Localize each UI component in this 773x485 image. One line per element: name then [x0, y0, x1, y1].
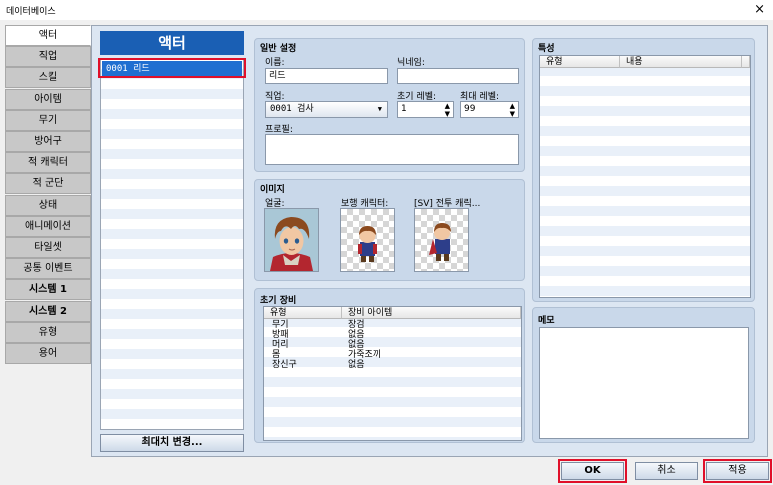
sv-battler-image[interactable] — [414, 208, 469, 272]
equipment-row[interactable]: 방패 없음 — [264, 330, 521, 340]
class-select[interactable]: 0001 검사 ▼ — [265, 101, 388, 118]
equipment-type-cell: 장신구 — [272, 360, 297, 370]
general-settings-panel: 일반 설정 이름: 리드 닉네임: 직업: 0001 검사 ▼ 초기 레벨: 1… — [254, 38, 525, 172]
highlight-apply-button — [703, 459, 772, 483]
tab-13[interactable]: 시스템 2 — [5, 300, 91, 322]
tab-5[interactable]: 방어구 — [5, 131, 91, 152]
highlight-ok-button — [558, 459, 627, 483]
memo-title: 메모 — [538, 316, 555, 326]
sv-battler-sprite-icon — [429, 223, 451, 261]
walk-sprite-icon — [358, 226, 377, 262]
face-portrait-icon — [265, 209, 318, 271]
class-select-value: 0001 검사 — [270, 104, 314, 114]
tab-3[interactable]: 아이템 — [5, 88, 91, 110]
tab-8[interactable]: 상태 — [5, 194, 91, 216]
general-settings-title: 일반 설정 — [260, 44, 297, 54]
nickname-input[interactable] — [397, 68, 519, 84]
tab-14[interactable]: 유형 — [5, 321, 91, 343]
actor-list-header: 액터 — [100, 31, 244, 55]
tab-6[interactable]: 적 캐릭터 — [5, 152, 91, 174]
equipment-item-cell: 없음 — [348, 340, 365, 350]
chevron-down-icon: ▼ — [377, 105, 382, 113]
tab-1[interactable]: 직업 — [5, 46, 91, 68]
tab-9[interactable]: 애니메이션 — [5, 215, 91, 237]
equipment-type-cell: 방패 — [272, 330, 289, 340]
title-bar: 데이터베이스 × — [0, 0, 773, 20]
walk-character-image[interactable] — [340, 208, 395, 272]
highlight-actor-item — [98, 58, 246, 78]
memo-panel: 메모 — [532, 307, 755, 443]
close-icon[interactable]: × — [754, 2, 765, 17]
traits-header-type[interactable]: 유형 — [540, 56, 620, 68]
equipment-item-cell: 없음 — [348, 330, 365, 340]
traits-header-filler — [742, 56, 750, 68]
traits-title: 특성 — [538, 44, 555, 54]
tab-11[interactable]: 공통 이벤트 — [5, 258, 91, 280]
equipment-row[interactable]: 몸 가죽조끼 — [264, 350, 521, 360]
equipment-row[interactable]: 무기 장검 — [264, 320, 521, 330]
name-input[interactable]: 리드 — [265, 68, 388, 84]
image-panel-title: 이미지 — [260, 185, 285, 195]
cancel-button[interactable]: 취소 — [635, 462, 698, 480]
tab-7[interactable]: 적 군단 — [5, 173, 91, 195]
tab-12[interactable]: 시스템 1 — [5, 279, 91, 301]
actor-list[interactable]: 0001 리드 — [100, 58, 244, 430]
initial-equipment-panel: 초기 장비 유형 장비 아이템 무기 장검 방패 없음 머리 없음 몸 가죽조끼 장신구 없음 — [254, 288, 525, 443]
nickname-label: 닉네임: — [397, 58, 425, 68]
tab-2[interactable]: 스킬 — [5, 67, 91, 89]
equipment-type-cell: 몸 — [272, 350, 281, 360]
equipment-header-item[interactable]: 장비 아이템 — [342, 307, 521, 319]
image-panel: 이미지 얼굴: 보행 캐릭터: [SV] 전투 캐릭... — [254, 179, 525, 281]
initial-level-value: 1 — [401, 104, 407, 114]
equipment-type-cell: 무기 — [272, 320, 289, 330]
memo-textarea[interactable] — [539, 327, 749, 439]
equipment-row[interactable]: 머리 없음 — [264, 340, 521, 350]
max-level-input[interactable]: 99 ▲ ▼ — [460, 101, 519, 118]
equipment-row[interactable]: 장신구 없음 — [264, 360, 521, 370]
max-level-value: 99 — [464, 104, 476, 114]
change-maximum-button[interactable]: 최대치 변경... — [100, 434, 244, 452]
equipment-item-cell: 없음 — [348, 360, 365, 370]
equipment-item-cell: 가죽조끼 — [348, 350, 382, 360]
traits-panel: 특성 유형 내용 — [532, 38, 755, 302]
tab-0[interactable]: 액터 — [5, 25, 91, 46]
equipment-header-type[interactable]: 유형 — [264, 307, 342, 319]
name-label: 이름: — [265, 58, 285, 68]
face-image[interactable] — [264, 208, 319, 272]
traits-header-content[interactable]: 내용 — [620, 56, 742, 68]
tab-15[interactable]: 용어 — [5, 343, 91, 364]
initial-level-input[interactable]: 1 ▲ ▼ — [397, 101, 454, 118]
initial-equipment-title: 초기 장비 — [260, 296, 297, 306]
equipment-type-cell: 머리 — [272, 340, 289, 350]
tab-4[interactable]: 무기 — [5, 109, 91, 131]
window-title: 데이터베이스 — [6, 7, 56, 17]
equipment-item-cell: 장검 — [348, 320, 365, 330]
tab-10[interactable]: 타일셋 — [5, 237, 91, 258]
traits-table[interactable]: 유형 내용 — [539, 55, 751, 298]
spinner-arrows-icon[interactable]: ▲ ▼ — [510, 102, 515, 118]
profile-textarea[interactable] — [265, 134, 519, 165]
spinner-arrows-icon[interactable]: ▲ ▼ — [445, 102, 450, 118]
equipment-table[interactable]: 유형 장비 아이템 무기 장검 방패 없음 머리 없음 몸 가죽조끼 장신구 없음 — [263, 306, 522, 441]
